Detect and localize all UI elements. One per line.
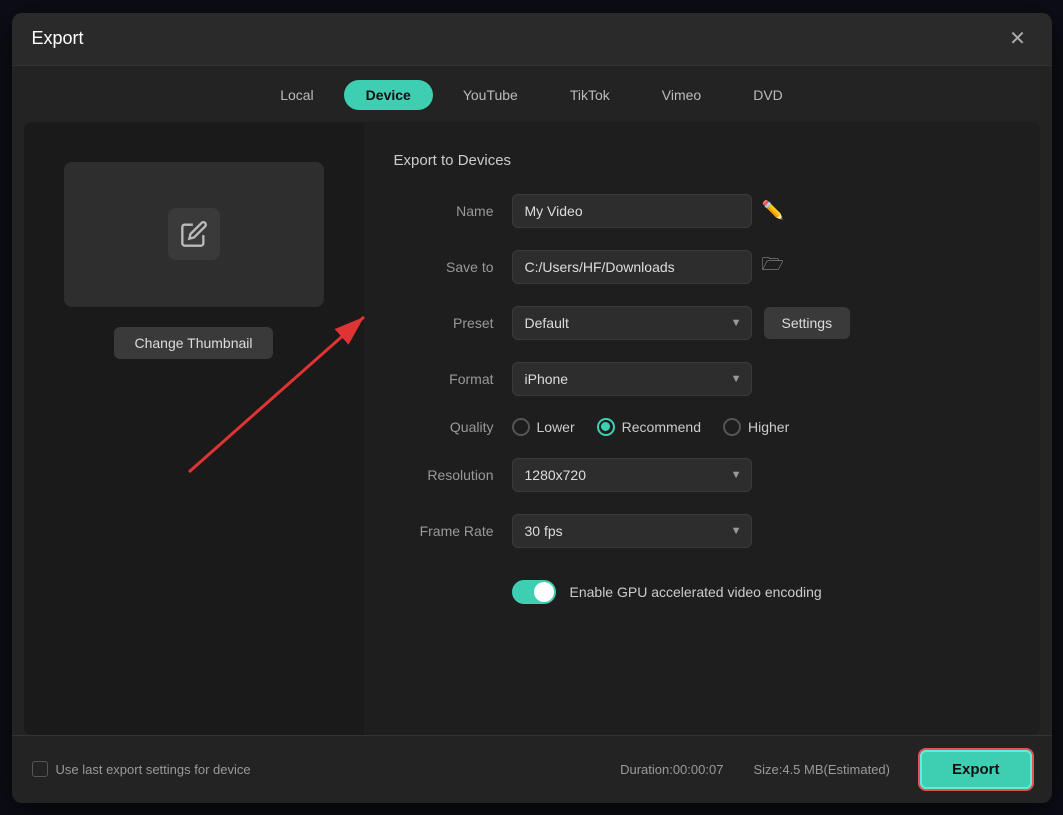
tab-dvd[interactable]: DVD — [731, 80, 805, 110]
tab-local[interactable]: Local — [258, 80, 335, 110]
tab-youtube[interactable]: YouTube — [441, 80, 540, 110]
last-settings-checkbox[interactable] — [32, 761, 48, 777]
ai-icon[interactable]: ✏️ — [762, 200, 784, 221]
modal-overlay: Export ✕ Local Device YouTube TikTok Vim… — [0, 0, 1063, 815]
name-input[interactable] — [512, 194, 752, 228]
last-settings-checkbox-label[interactable]: Use last export settings for device — [32, 761, 251, 777]
tab-vimeo[interactable]: Vimeo — [640, 80, 723, 110]
resolution-select-wrapper: 1280x720 1920x1080 640x480 ▼ — [512, 458, 752, 492]
quality-lower-label: Lower — [537, 419, 575, 435]
quality-lower-radio[interactable] — [512, 418, 530, 436]
frame-rate-select[interactable]: 30 fps 24 fps 60 fps — [512, 514, 752, 548]
footer: Use last export settings for device Dura… — [12, 735, 1052, 803]
frame-rate-label: Frame Rate — [394, 523, 494, 539]
thumbnail-preview[interactable] — [64, 162, 324, 307]
preset-select-wrapper: Default Custom ▼ — [512, 306, 752, 340]
footer-right: Duration:00:00:07 Size:4.5 MB(Estimated)… — [620, 750, 1031, 789]
resolution-row: Resolution 1280x720 1920x1080 640x480 ▼ — [394, 458, 990, 492]
frame-rate-select-wrapper: 30 fps 24 fps 60 fps ▼ — [512, 514, 752, 548]
gpu-toggle[interactable] — [512, 580, 556, 604]
quality-recommend-label: Recommend — [622, 419, 701, 435]
main-content: Change Thumbnail Export to Devices Name — [24, 122, 1040, 735]
close-button[interactable]: ✕ — [1004, 25, 1032, 53]
export-button[interactable]: Export — [920, 750, 1032, 789]
resolution-select[interactable]: 1280x720 1920x1080 640x480 — [512, 458, 752, 492]
quality-higher-radio[interactable] — [723, 418, 741, 436]
quality-higher[interactable]: Higher — [723, 418, 789, 436]
name-label: Name — [394, 203, 494, 219]
quality-group: Lower Recommend Higher — [512, 418, 790, 436]
size-info: Size:4.5 MB(Estimated) — [753, 762, 890, 777]
quality-recommend-radio[interactable] — [597, 418, 615, 436]
thumbnail-icon — [168, 208, 220, 260]
modal-title: Export — [32, 28, 84, 49]
name-row: Name ✏️ — [394, 194, 990, 228]
title-bar: Export ✕ — [12, 13, 1052, 66]
format-label: Format — [394, 371, 494, 387]
quality-lower[interactable]: Lower — [512, 418, 575, 436]
format-row: Format iPhone Android iPad ▼ — [394, 362, 990, 396]
gpu-label: Enable GPU accelerated video encoding — [570, 584, 822, 600]
save-to-row: Save to 🗁 — [394, 250, 990, 284]
duration-info: Duration:00:00:07 — [620, 762, 723, 777]
preset-select[interactable]: Default Custom — [512, 306, 752, 340]
quality-row: Quality Lower Recommend — [394, 418, 990, 436]
tabs-bar: Local Device YouTube TikTok Vimeo DVD — [12, 66, 1052, 122]
settings-button[interactable]: Settings — [764, 307, 851, 339]
section-title: Export to Devices — [394, 152, 990, 169]
quality-recommend[interactable]: Recommend — [597, 418, 701, 436]
save-to-label: Save to — [394, 259, 494, 275]
preset-row: Preset Default Custom ▼ Settings — [394, 306, 990, 340]
quality-recommend-radio-inner — [601, 422, 610, 431]
resolution-label: Resolution — [394, 467, 494, 483]
toggle-knob — [534, 582, 554, 602]
right-panel: Export to Devices Name ✏️ Save to 🗁 Pres… — [364, 122, 1040, 735]
tab-device[interactable]: Device — [344, 80, 433, 110]
save-to-input[interactable] — [512, 250, 752, 284]
format-select-wrapper: iPhone Android iPad ▼ — [512, 362, 752, 396]
last-settings-label: Use last export settings for device — [56, 762, 251, 777]
quality-label: Quality — [394, 419, 494, 435]
format-select[interactable]: iPhone Android iPad — [512, 362, 752, 396]
tab-tiktok[interactable]: TikTok — [548, 80, 632, 110]
export-modal: Export ✕ Local Device YouTube TikTok Vim… — [12, 13, 1052, 803]
folder-icon[interactable]: 🗁 — [762, 252, 784, 282]
gpu-row: Enable GPU accelerated video encoding — [512, 580, 990, 604]
footer-left: Use last export settings for device — [32, 761, 251, 777]
frame-rate-row: Frame Rate 30 fps 24 fps 60 fps ▼ — [394, 514, 990, 548]
quality-higher-label: Higher — [748, 419, 789, 435]
left-panel: Change Thumbnail — [24, 122, 364, 735]
preset-label: Preset — [394, 315, 494, 331]
change-thumbnail-button[interactable]: Change Thumbnail — [114, 327, 272, 359]
